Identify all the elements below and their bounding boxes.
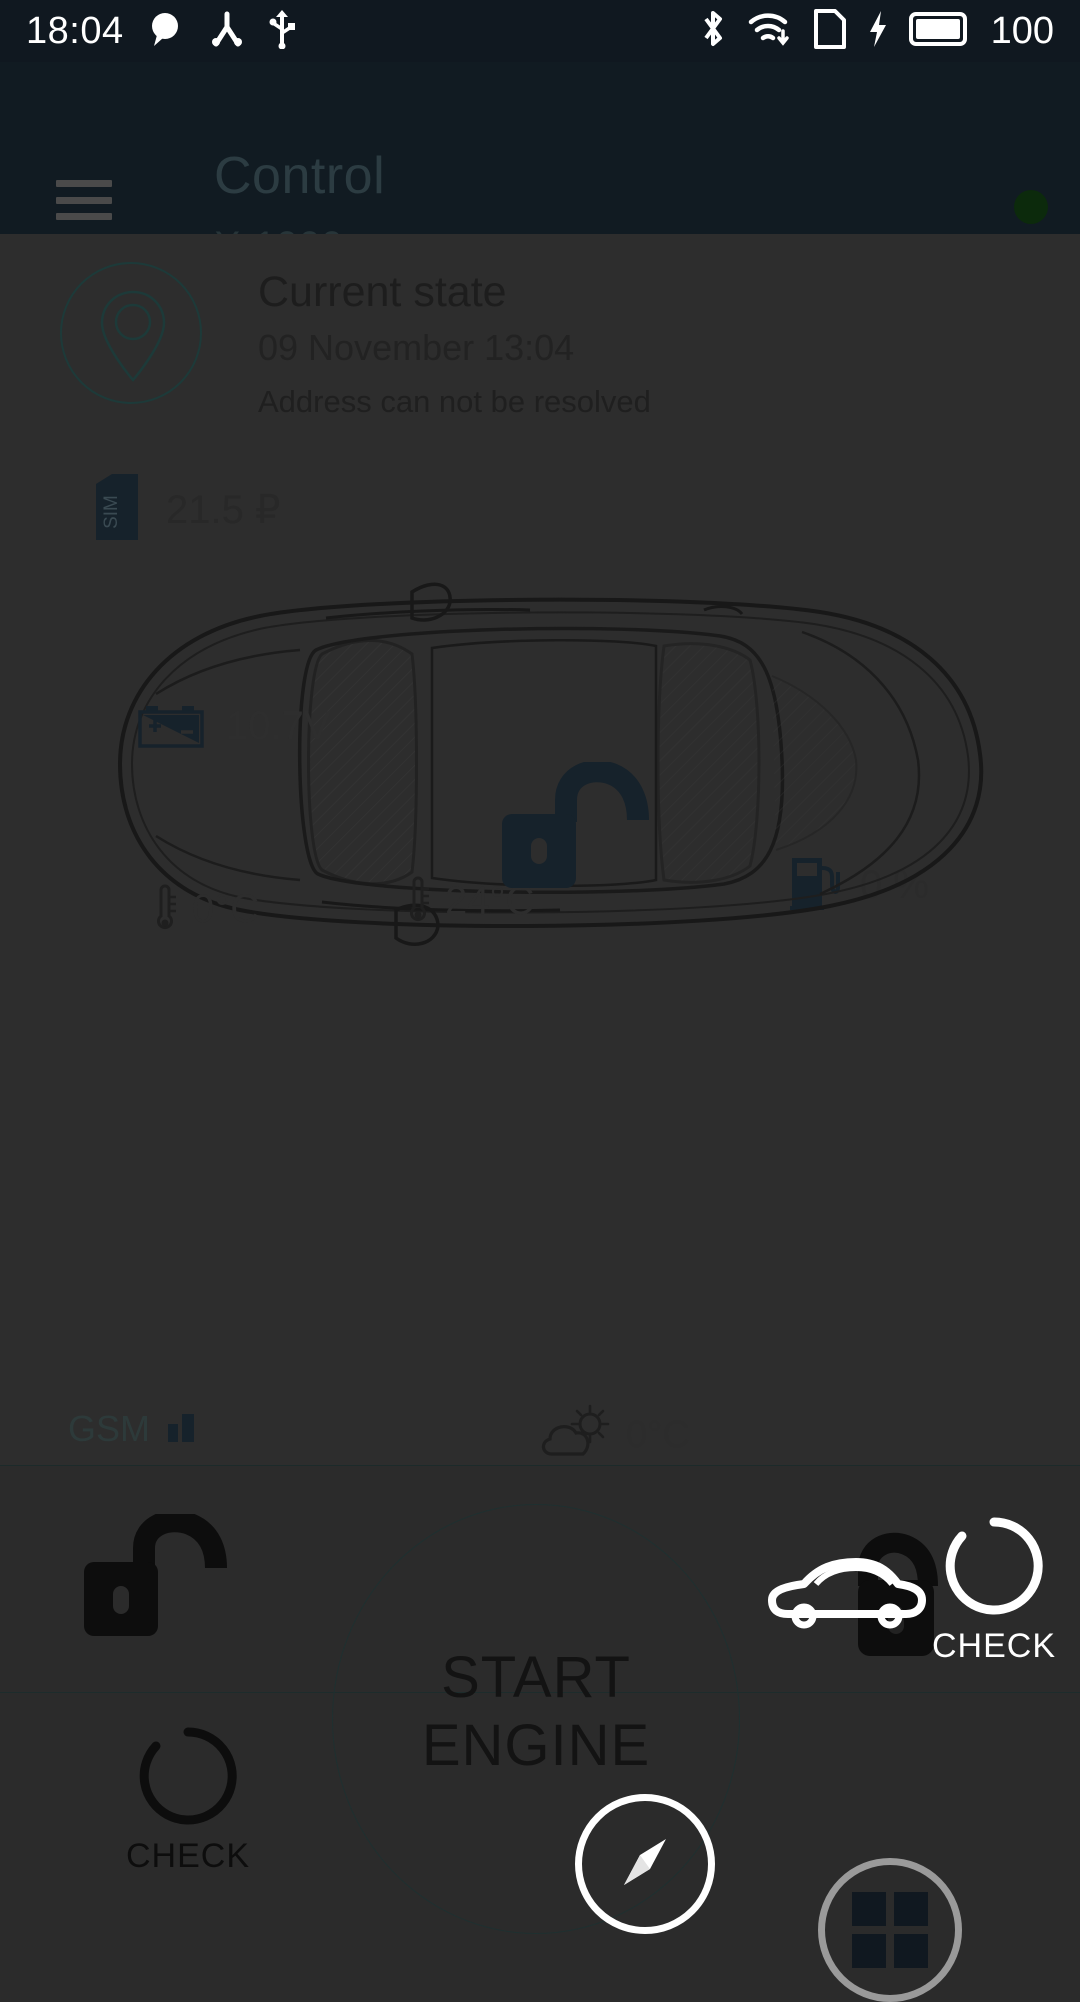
car-top-view-illustration[interactable]: 10.7V 0°C 24°C <box>60 554 1020 974</box>
main-content: Current state 09 November 13:04 Address … <box>0 234 1080 1466</box>
unlock-button[interactable] <box>82 1510 242 1649</box>
check-label: CHECK <box>931 1627 1057 1665</box>
status-bar-right: 100 <box>699 8 1054 55</box>
battery-percent-label: 100 <box>990 10 1054 52</box>
hamburger-menu-icon[interactable] <box>56 180 112 220</box>
outside-temperature-row: 0°C <box>152 884 259 934</box>
signal-bars-icon <box>166 1408 202 1449</box>
grid-cell <box>852 1892 886 1926</box>
unlock-padlock-icon <box>82 1510 242 1648</box>
car-lock-icon <box>760 1532 960 1682</box>
page-title: Control <box>214 147 386 205</box>
status-bar-left: 18:04 <box>26 9 296 54</box>
grid-cell <box>894 1892 928 1926</box>
charging-bolt-icon <box>867 9 889 54</box>
start-engine-line2: ENGINE <box>421 1713 651 1779</box>
check-button-bottom-left[interactable]: CHECK <box>110 1724 266 1876</box>
grid-menu-icon <box>852 1892 928 1968</box>
grid-cell <box>894 1934 928 1968</box>
cloud-sun-icon <box>538 1404 616 1465</box>
gsm-signal-row: GSM <box>68 1408 202 1449</box>
map-pin-icon[interactable] <box>60 262 202 404</box>
developer-mode-icon <box>208 10 246 53</box>
sim-card-icon: SIM <box>92 472 142 547</box>
compass-fab-button[interactable] <box>575 1794 715 1934</box>
hamburger-line <box>56 213 112 220</box>
check-circle-icon <box>942 1517 1046 1622</box>
check-circle-icon <box>136 1727 240 1832</box>
weather-row: 0°C <box>538 1404 690 1465</box>
control-panel: START ENGINE CHECK CHECK <box>0 1466 1080 1934</box>
sim-balance-row[interactable]: SIM 21.5 ₽ <box>92 472 280 547</box>
unlocked-padlock-icon <box>500 762 680 894</box>
grid-menu-fab-button[interactable] <box>818 1858 962 2002</box>
usb-icon <box>268 9 296 54</box>
grid-cell <box>852 1934 886 1968</box>
hamburger-line <box>56 196 112 204</box>
battery-voltage-value: 10.7V <box>226 704 331 748</box>
battery-voltage-row: 10.7V <box>138 702 331 750</box>
status-bar: 18:04 100 <box>0 0 1080 62</box>
check-button-top-right[interactable]: CHECK <box>916 1514 1072 1666</box>
weather-temperature-value: 0°C <box>626 1413 690 1456</box>
current-state-datetime: 09 November 13:04 <box>258 327 575 368</box>
wifi-download-icon <box>747 9 793 54</box>
car-battery-icon <box>138 702 206 750</box>
thermometer-icon <box>152 884 178 934</box>
outside-temperature-value: 0°C <box>192 887 260 931</box>
sim-card-icon <box>813 8 847 55</box>
compass-icon <box>602 1819 688 1910</box>
bluetooth-icon <box>699 8 727 55</box>
thermometer-icon <box>405 876 431 926</box>
hamburger-line <box>56 180 112 187</box>
check-label: CHECK <box>125 1837 251 1875</box>
current-state-address: Address can not be resolved <box>258 384 651 419</box>
battery-icon <box>908 10 969 53</box>
message-icon <box>146 10 186 53</box>
svg-text:SIM: SIM <box>101 495 122 529</box>
current-state-title: Current state <box>258 268 507 316</box>
connection-status-dot <box>1014 190 1048 224</box>
sim-balance-value: 21.5 ₽ <box>166 487 281 532</box>
start-engine-line1: START <box>441 1645 631 1710</box>
gsm-label: GSM <box>68 1407 151 1449</box>
app-bar: Control X-1900 <box>0 62 1080 266</box>
start-engine-label: START ENGINE <box>332 1644 740 1781</box>
status-bar-clock: 18:04 <box>26 10 124 52</box>
vehicle-status-strip: GSM 0°C <box>0 1394 1080 1466</box>
